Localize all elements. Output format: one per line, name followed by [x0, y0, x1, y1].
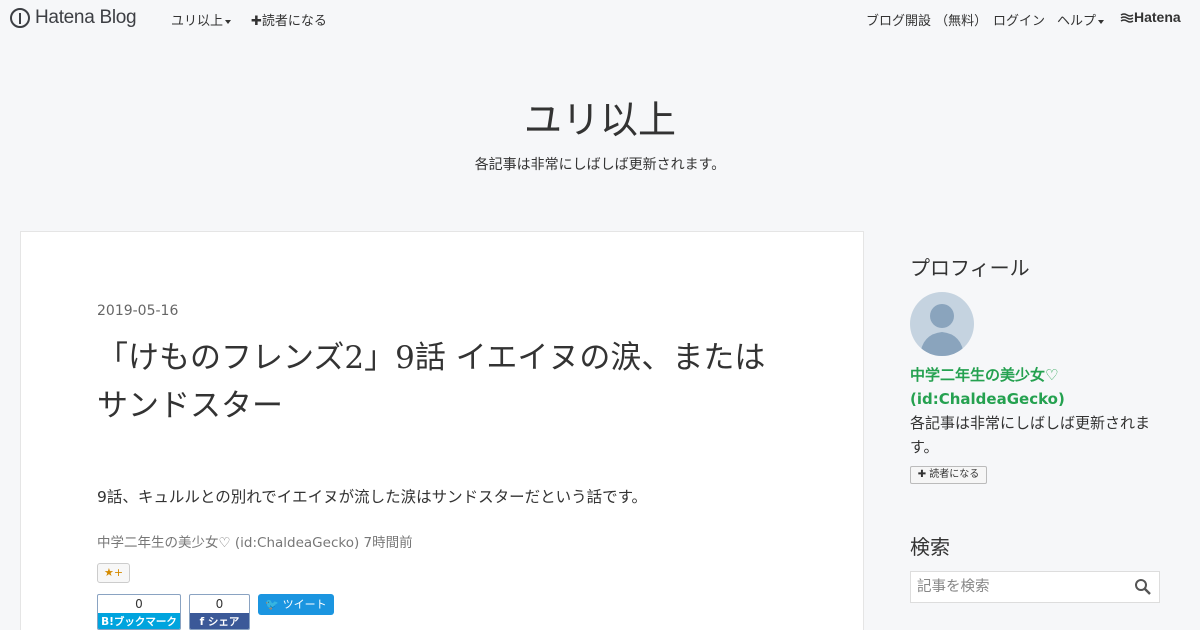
entry-body: 9話、キュルルとの別れでイエイヌが流した涙はサンドスターだという話です。: [97, 488, 648, 506]
hatena-label: Hatena: [1134, 9, 1181, 25]
entry-date[interactable]: 2019-05-16: [97, 303, 178, 319]
entry-time[interactable]: 7時間前: [364, 535, 413, 551]
entry-card: 2019-05-16 「けものフレンズ2」9話 イエイヌの涙、またはサンドスター…: [20, 231, 864, 630]
profile-description: 各記事は非常にしばしば更新されます。: [910, 414, 1151, 456]
blog-menu-label: ユリ以上: [171, 14, 224, 29]
search-form: [910, 571, 1160, 603]
default-avatar-icon: [920, 304, 964, 356]
facebook-label: シェア: [207, 616, 240, 628]
help-label: ヘルプ: [1057, 14, 1097, 29]
entry-author-link[interactable]: 中学二年生の美少女♡ (id:ChaldeaGecko): [97, 535, 359, 551]
hatebu-label: B!ブックマーク: [98, 613, 180, 629]
hatena-logo-icon: [1120, 13, 1134, 23]
search-input[interactable]: [911, 572, 1131, 602]
search-heading: 検索: [910, 535, 950, 559]
blog-title[interactable]: ユリ以上: [0, 89, 1200, 144]
logo-text: Hatena Blog: [35, 7, 137, 28]
avatar[interactable]: [910, 292, 974, 356]
chevron-down-icon: [1098, 19, 1105, 24]
facebook-share-button[interactable]: 0 f シェア: [189, 594, 250, 630]
entry-footer: 中学二年生の美少女♡ (id:ChaldeaGecko) 7時間前: [97, 531, 413, 551]
plus-icon: ✚: [251, 14, 262, 29]
hatena-blog-logo-icon: [10, 8, 30, 28]
facebook-count: 0: [215, 597, 224, 611]
profile-name-link[interactable]: 中学二年生の美少女♡ (id:ChaldeaGecko): [910, 363, 1160, 411]
tweet-button[interactable]: 🐦 ツイート: [258, 594, 334, 615]
add-star-label: +: [113, 566, 124, 579]
add-star-button[interactable]: ★+: [97, 563, 130, 583]
hatena-blog-logo[interactable]: Hatena Blog: [10, 7, 137, 29]
login-link[interactable]: ログイン: [993, 10, 1045, 29]
facebook-icon: f: [199, 616, 205, 628]
subscribe-sidebar-button[interactable]: ✚ 読者になる: [910, 466, 987, 484]
chevron-down-icon: [225, 19, 232, 24]
open-blog-link[interactable]: ブログ開設 （無料）: [866, 10, 987, 29]
twitter-bird-icon: 🐦: [265, 598, 280, 611]
profile-name: 中学二年生の美少女♡: [910, 366, 1059, 384]
profile-id: (id:ChaldeaGecko): [910, 390, 1065, 408]
subscribe-header-button[interactable]: ✚読者になる: [251, 10, 327, 29]
blog-description: 各記事は非常にしばしば更新されます。: [474, 157, 726, 173]
profile-heading: プロフィール: [910, 256, 1030, 280]
facebook-label-wrap: f シェア: [190, 613, 249, 629]
subscribe-header-label: 読者になる: [261, 14, 327, 29]
hatebu-share-button[interactable]: 0 B!ブックマーク: [97, 594, 181, 630]
star-icon: ★: [103, 566, 114, 579]
search-icon: [1135, 579, 1151, 595]
blog-menu-dropdown[interactable]: ユリ以上: [171, 10, 232, 29]
plus-icon: ✚: [917, 469, 927, 480]
hatena-link[interactable]: Hatena: [1120, 9, 1181, 25]
hatebu-count: 0: [135, 597, 143, 611]
global-header: Hatena Blog ユリ以上 ✚読者になる ブログ開設 （無料） ログイン …: [0, 0, 1200, 36]
tweet-label: ツイート: [282, 598, 327, 611]
entry-title[interactable]: 「けものフレンズ2」9話 イエイヌの涙、またはサンドスター: [97, 334, 787, 430]
search-button[interactable]: [1134, 578, 1154, 598]
subscribe-sidebar-label: 読者になる: [929, 469, 980, 480]
help-dropdown[interactable]: ヘルプ: [1057, 10, 1105, 29]
